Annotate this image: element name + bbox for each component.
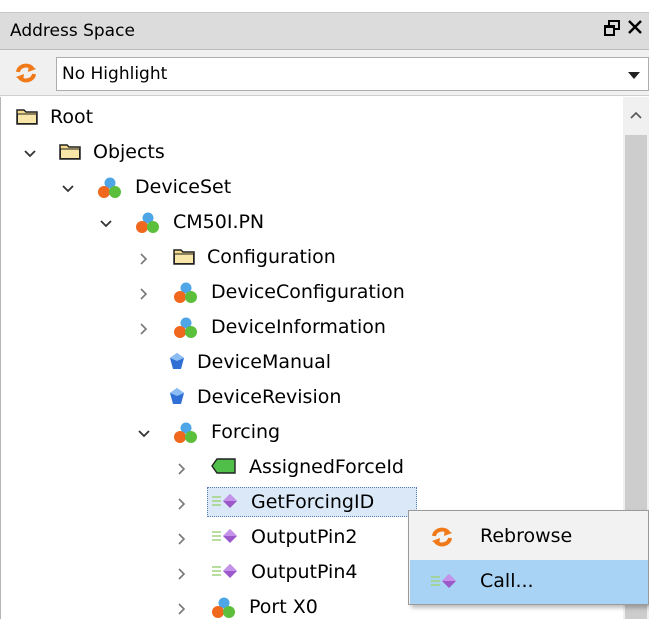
object-icon <box>173 282 199 309</box>
folder-icon <box>16 107 38 130</box>
tree-node-label: DeviceInformation <box>211 316 386 338</box>
menu-item-label: Rebrowse <box>480 525 573 547</box>
object-icon <box>97 177 123 204</box>
tree-node-label: Configuration <box>207 246 336 268</box>
tree-node-label: DeviceRevision <box>197 386 342 408</box>
close-icon[interactable] <box>627 19 643 40</box>
panel-title-bar: Address Space <box>0 12 649 50</box>
chevron-down-icon <box>628 72 640 79</box>
context-menu: Rebrowse Call... <box>408 510 649 605</box>
tree-node[interactable]: Objects <box>1 136 623 168</box>
refresh-icon[interactable] <box>14 63 38 83</box>
property-icon <box>169 387 185 410</box>
chevron-right-icon[interactable] <box>175 599 189 615</box>
tree-node-label: Root <box>50 106 94 128</box>
chevron-right-icon[interactable] <box>175 459 189 475</box>
method-icon <box>211 527 239 550</box>
tree-node[interactable]: DeviceRevision <box>1 381 623 413</box>
highlight-select-value: No Highlight <box>62 64 168 84</box>
tree-node[interactable]: CM50I.PN <box>1 206 623 238</box>
chevron-right-icon[interactable] <box>175 564 189 580</box>
method-icon <box>211 492 239 515</box>
chevron-down-icon[interactable] <box>23 144 37 158</box>
float-window-icon[interactable] <box>604 20 620 41</box>
tree-node[interactable]: DeviceManual <box>1 346 623 378</box>
chevron-down-icon[interactable] <box>61 179 75 193</box>
tree-node[interactable]: Root <box>1 101 623 133</box>
chevron-right-icon[interactable] <box>137 319 151 335</box>
tree-node-label: GetForcingID <box>251 491 375 513</box>
method-icon <box>430 572 458 594</box>
tree-node[interactable]: Forcing <box>1 416 623 448</box>
variable-icon <box>211 457 237 479</box>
folder-icon <box>173 247 195 270</box>
chevron-right-icon[interactable] <box>175 529 189 545</box>
tree-node[interactable]: DeviceSet <box>1 171 623 203</box>
refresh-icon <box>430 527 454 551</box>
menu-item-call[interactable]: Call... <box>410 560 648 604</box>
tree-node-label: DeviceSet <box>135 176 232 198</box>
tree-node-label: OutputPin2 <box>251 526 358 548</box>
chevron-right-icon[interactable] <box>137 249 151 265</box>
method-icon <box>211 562 239 585</box>
property-icon <box>169 352 185 375</box>
object-icon <box>211 597 237 619</box>
object-icon <box>173 422 199 449</box>
object-icon <box>173 317 199 344</box>
folder-icon <box>59 142 81 165</box>
tree-node-label: DeviceConfiguration <box>211 281 405 303</box>
chevron-down-icon[interactable] <box>137 424 151 438</box>
chevron-right-icon[interactable] <box>175 494 189 510</box>
tree-node-label: Port X0 <box>249 596 318 618</box>
tree-node-label: OutputPin4 <box>251 561 358 583</box>
tree-node-label: DeviceManual <box>197 351 332 373</box>
panel-title: Address Space <box>10 21 135 41</box>
chevron-down-icon[interactable] <box>99 214 113 228</box>
object-icon <box>135 212 161 239</box>
menu-item-rebrowse[interactable]: Rebrowse <box>410 515 648 559</box>
tree-node-label: Objects <box>93 141 165 163</box>
tree-node[interactable]: DeviceInformation <box>1 311 623 343</box>
scroll-up-icon[interactable] <box>629 107 643 121</box>
tree-node-label: CM50I.PN <box>173 211 265 233</box>
tree-node[interactable]: DeviceConfiguration <box>1 276 623 308</box>
tree-node[interactable]: Configuration <box>1 241 623 273</box>
tree-node-label: AssignedForceId <box>249 456 404 478</box>
highlight-select[interactable]: No Highlight <box>56 57 649 91</box>
highlight-toolbar: No Highlight <box>0 50 649 96</box>
menu-item-label: Call... <box>480 570 534 592</box>
address-space-panel: Address Space No Highlight Root Objects … <box>0 0 649 619</box>
tree-node[interactable]: AssignedForceId <box>1 451 623 483</box>
tree-node-label: Forcing <box>211 421 281 443</box>
chevron-right-icon[interactable] <box>137 284 151 300</box>
